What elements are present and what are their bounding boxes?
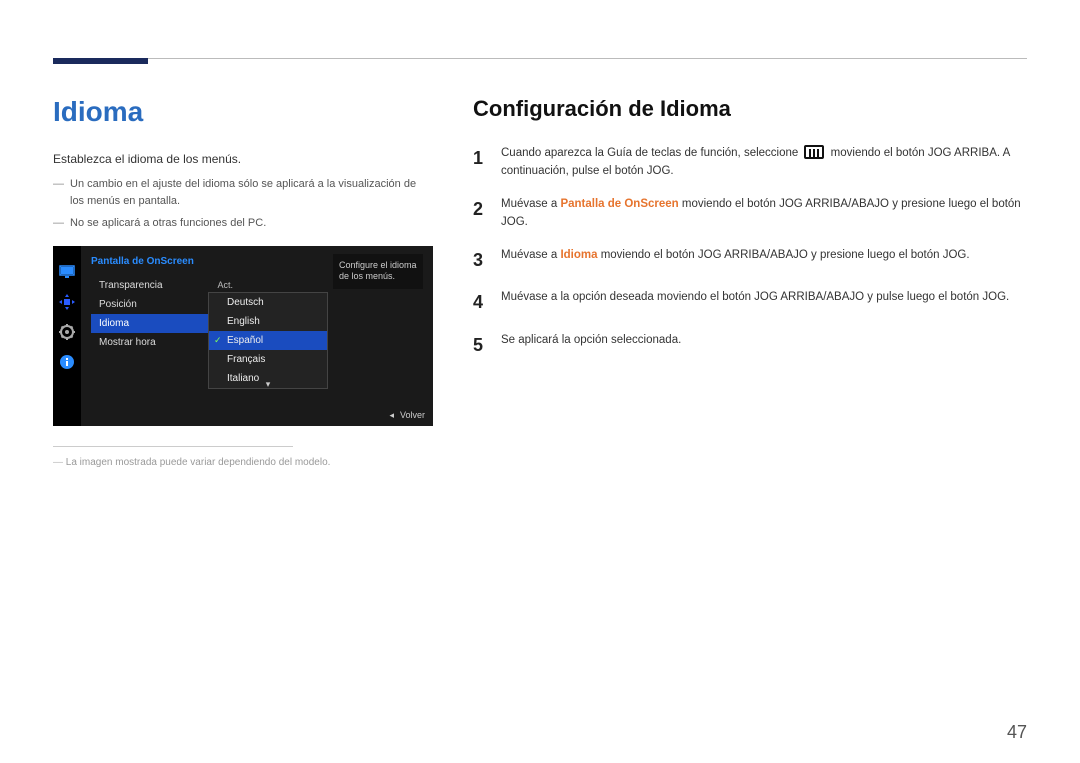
- step-5: 5 Se aplicará la opción seleccionada.: [473, 331, 1027, 360]
- footnote: La imagen mostrada puede variar dependie…: [53, 457, 433, 468]
- step-text: Muévase a la opción deseada moviendo el …: [501, 291, 1009, 303]
- page-body: Idioma Establezca el idioma de los menús…: [53, 96, 1027, 723]
- step-text-post: moviendo el botón JOG ARRIBA/ABAJO y pre…: [598, 249, 970, 261]
- section-title-idioma: Idioma: [53, 96, 433, 128]
- note-2: No se aplicará a otras funciones del PC.: [53, 215, 433, 232]
- osd-back-button[interactable]: Volver: [389, 410, 425, 421]
- step-number: 1: [473, 144, 487, 181]
- info-icon: [59, 354, 75, 370]
- osd-title: Pantalla de OnScreen: [91, 256, 194, 267]
- step-highlight: Pantalla de OnScreen: [560, 198, 678, 210]
- step-body: Cuando aparezca la Guía de teclas de fun…: [501, 144, 1027, 181]
- gear-icon: [59, 324, 75, 340]
- osd-language-dropdown: Deutsch English Español Français Italian…: [208, 292, 328, 389]
- left-column: Idioma Establezca el idioma de los menús…: [53, 96, 433, 723]
- osd-lang-francais[interactable]: Français: [209, 350, 327, 369]
- step-number: 2: [473, 195, 487, 232]
- osd-sidebar: [53, 246, 81, 426]
- step-text: Se aplicará la opción seleccionada.: [501, 334, 681, 346]
- note-1: Un cambio en el ajuste del idioma sólo s…: [53, 176, 433, 209]
- step-number: 4: [473, 288, 487, 317]
- footnote-separator: [53, 446, 293, 447]
- osd-tooltip: Configure el idioma de los menús.: [333, 254, 423, 289]
- step-number: 3: [473, 246, 487, 275]
- step-highlight: Idioma: [560, 249, 597, 261]
- osd-lang-deutsch[interactable]: Deutsch: [209, 293, 327, 312]
- osd-item-label: Posición: [99, 299, 137, 310]
- step-text-pre: Cuando aparezca la Guía de teclas de fun…: [501, 147, 801, 159]
- step-text-pre: Muévase a: [501, 198, 560, 210]
- step-body: Muévase a la opción deseada moviendo el …: [501, 288, 1009, 317]
- osd-back-label: Volver: [400, 410, 425, 420]
- header-rule: [53, 58, 1027, 59]
- osd-item-label: Mostrar hora: [99, 337, 156, 348]
- step-3: 3 Muévase a Idioma moviendo el botón JOG…: [473, 246, 1027, 275]
- step-body: Se aplicará la opción seleccionada.: [501, 331, 681, 360]
- header-accent: [53, 58, 148, 64]
- step-1: 1 Cuando aparezca la Guía de teclas de f…: [473, 144, 1027, 181]
- move-icon: [59, 294, 75, 310]
- monitor-icon: [59, 264, 75, 280]
- menu-icon: [804, 145, 824, 159]
- right-column: Configuración de Idioma 1 Cuando aparezc…: [473, 96, 1027, 723]
- osd-screenshot: Pantalla de OnScreen Transparencia Act. …: [53, 246, 433, 426]
- osd-lang-espanol[interactable]: Español: [209, 331, 327, 350]
- osd-item-label: Transparencia: [99, 280, 163, 291]
- step-body: Muévase a Idioma moviendo el botón JOG A…: [501, 246, 970, 275]
- step-number: 5: [473, 331, 487, 360]
- step-text-pre: Muévase a: [501, 249, 560, 261]
- chevron-down-icon: ▾: [266, 379, 271, 390]
- section-title-config: Configuración de Idioma: [473, 96, 1027, 122]
- osd-item-label: Idioma: [99, 318, 129, 329]
- step-4: 4 Muévase a la opción deseada moviendo e…: [473, 288, 1027, 317]
- intro-text: Establezca el idioma de los menús.: [53, 152, 433, 166]
- step-body: Muévase a Pantalla de OnScreen moviendo …: [501, 195, 1027, 232]
- page-number: 47: [1007, 722, 1027, 743]
- osd-lang-english[interactable]: English: [209, 312, 327, 331]
- step-2: 2 Muévase a Pantalla de OnScreen moviend…: [473, 195, 1027, 232]
- osd-item-value: Act.: [217, 280, 233, 291]
